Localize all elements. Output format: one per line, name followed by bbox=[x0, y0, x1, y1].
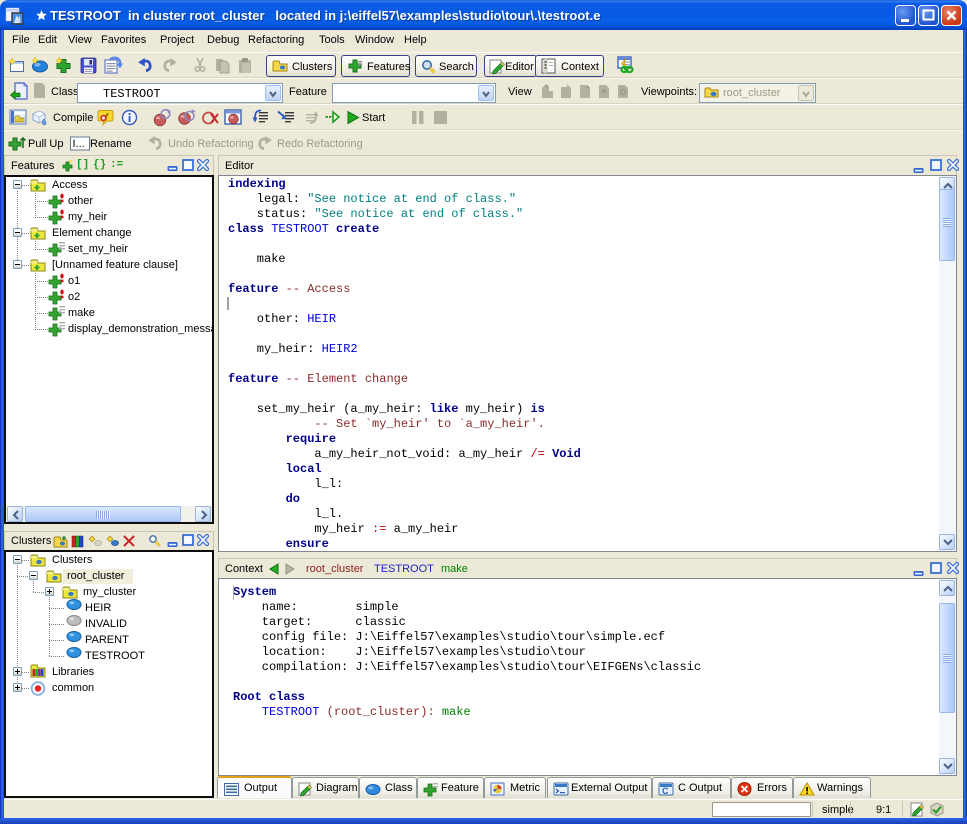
svg-text:I...: I... bbox=[73, 138, 85, 150]
svg-text:C: C bbox=[662, 786, 669, 796]
